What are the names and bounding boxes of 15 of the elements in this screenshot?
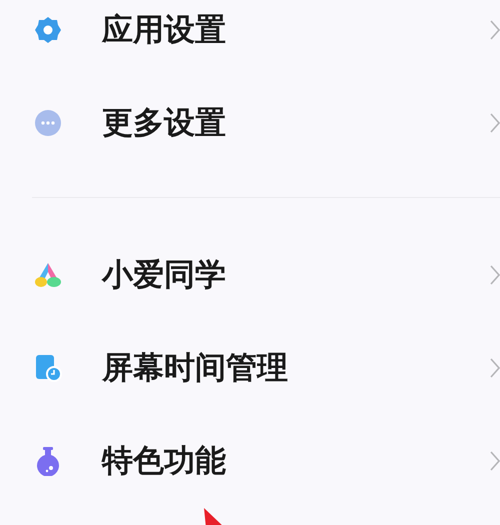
chevron-icon — [490, 20, 500, 40]
flask-icon — [34, 446, 62, 476]
chevron-icon — [490, 358, 500, 378]
more-icon — [34, 108, 62, 136]
chevron-icon — [490, 112, 500, 132]
gear-icon — [34, 16, 62, 44]
screen-time-icon — [34, 354, 62, 382]
settings-item[interactable]: 应用设置 — [0, 0, 500, 76]
chevron-icon — [490, 450, 500, 470]
settings-item[interactable]: 特色功能 — [0, 414, 500, 507]
chevron-icon — [490, 264, 500, 284]
settings-item[interactable]: 更多设置 — [0, 76, 500, 169]
settings-item[interactable]: 小爱同学 — [0, 228, 500, 321]
assistant-logo-icon — [34, 262, 62, 288]
settings-item[interactable]: 屏幕时间管理 — [0, 321, 500, 414]
